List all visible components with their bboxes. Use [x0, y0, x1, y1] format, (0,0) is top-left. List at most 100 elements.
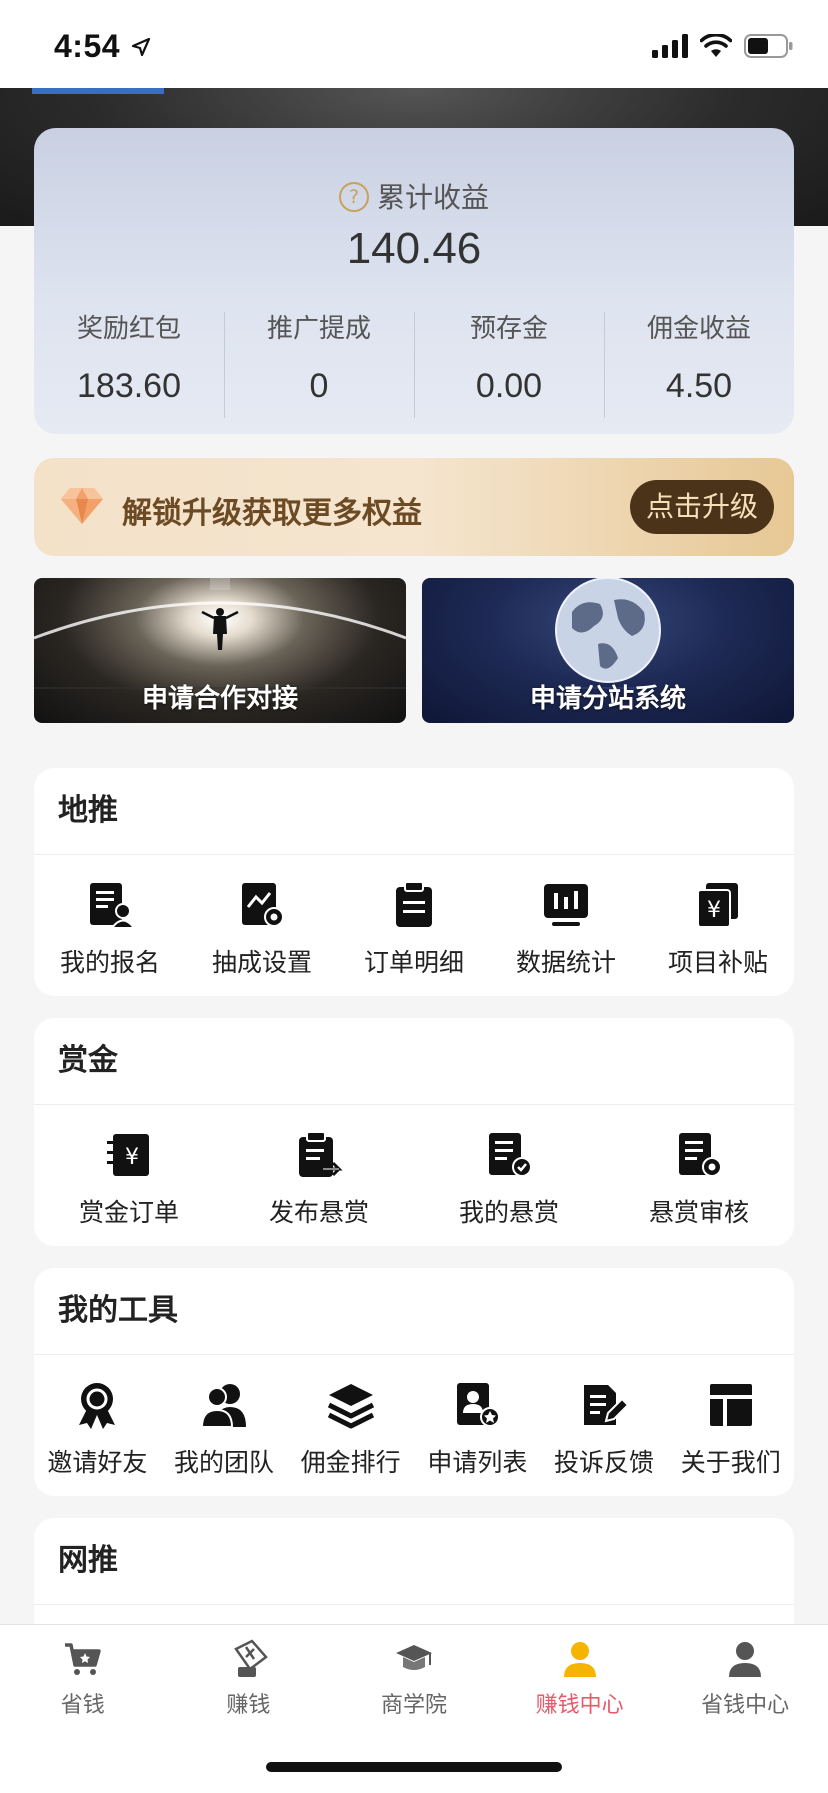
- upgrade-button[interactable]: 点击升级: [630, 480, 774, 534]
- earnings-title[interactable]: ? 累计收益: [34, 176, 794, 216]
- layers-icon: [327, 1384, 374, 1429]
- menu-item-publish-bounty[interactable]: 发布悬赏: [224, 1129, 414, 1229]
- menu-item-my-bounty[interactable]: 我的悬赏: [414, 1129, 604, 1229]
- application-list-icon: [457, 1383, 501, 1427]
- tab-save-money[interactable]: 省钱: [0, 1625, 166, 1725]
- earnings-total: 140.46: [346, 224, 482, 273]
- section-title: 我的工具: [34, 1268, 794, 1355]
- menu-item-label: 我的团队: [174, 1448, 275, 1477]
- menu-item-commission-ranking[interactable]: 佣金排行: [287, 1379, 414, 1479]
- menu-item-label: 项目补贴: [667, 948, 768, 977]
- stat-label: 奖励红包: [76, 314, 181, 344]
- stat-label: 佣金收益: [646, 314, 751, 344]
- menu-item-label: 我的报名: [59, 948, 160, 977]
- menu-item-label: 赏金订单: [78, 1198, 179, 1227]
- section-ditui: 地推 我的报名 抽成设置 订单明细 数据统计 ¥ 项目补贴: [34, 768, 794, 996]
- graduation-cap-icon: [395, 1645, 432, 1670]
- menu-item-label: 抽成设置: [211, 948, 312, 977]
- tab-business-school[interactable]: 商学院: [331, 1625, 497, 1725]
- earnings-stats: 奖励红包 183.60 推广提成 0 预存金 0.00 佣金收益 4.50: [34, 308, 794, 418]
- menu-item-label: 投诉反馈: [554, 1448, 655, 1477]
- tab-earn-money[interactable]: 赚钱: [166, 1625, 332, 1725]
- wifi-icon: [700, 34, 732, 57]
- tab-earn-center[interactable]: 赚钱中心: [497, 1625, 663, 1725]
- menu-item-order-details[interactable]: 订单明细: [338, 879, 490, 979]
- my-bounty-icon: [489, 1133, 532, 1177]
- menu-item-label: 数据统计: [515, 948, 616, 977]
- award-icon: [79, 1383, 116, 1429]
- section-bounty: 赏金 ¥ 赏金订单 发布悬赏 我的悬赏 悬赏审核: [34, 1018, 794, 1246]
- section-tools: 我的工具 邀请好友 我的团队 佣金排行 申请列表 投诉反馈 关于我们: [34, 1268, 794, 1496]
- tab-save-center[interactable]: 省钱中心: [662, 1625, 828, 1725]
- feedback-icon: [584, 1385, 629, 1425]
- menu-item-about-us[interactable]: 关于我们: [667, 1379, 794, 1479]
- menu-item-label: 佣金排行: [300, 1448, 401, 1477]
- upgrade-text: 解锁升级获取更多权益: [122, 496, 422, 531]
- help-icon[interactable]: ?: [338, 182, 369, 212]
- menu-item-my-signup[interactable]: 我的报名: [34, 879, 186, 979]
- menu-item-invite-friends[interactable]: 邀请好友: [34, 1379, 161, 1479]
- status-bar: 4:54: [0, 0, 828, 88]
- promo-cooperation-card[interactable]: 申请合作对接: [34, 578, 406, 723]
- menu-item-label: 邀请好友: [47, 1448, 148, 1477]
- menu-item-my-team[interactable]: 我的团队: [161, 1379, 288, 1479]
- menu-item-label: 申请列表: [427, 1448, 528, 1477]
- location-arrow-icon: [132, 38, 150, 56]
- upgrade-banner[interactable]: 解锁升级获取更多权益 点击升级: [34, 458, 794, 556]
- money-tag-icon: [234, 1639, 269, 1677]
- stat-reward-redpacket[interactable]: 奖励红包 183.60: [34, 308, 224, 408]
- menu-item-label: 悬赏审核: [648, 1198, 749, 1227]
- svg-text:¥: ¥: [125, 1145, 139, 1170]
- banner-tag: [32, 88, 164, 94]
- menu-item-label: 我的悬赏: [458, 1198, 559, 1227]
- cart-icon: [64, 1643, 101, 1675]
- battery-icon: [744, 34, 793, 58]
- stat-commission-income[interactable]: 佣金收益 4.50: [604, 308, 794, 418]
- layout-icon: [709, 1384, 752, 1426]
- home-indicator[interactable]: [266, 1762, 562, 1772]
- tab-label: 赚钱: [226, 1693, 271, 1718]
- bounty-review-icon: [679, 1133, 722, 1177]
- menu-item-application-list[interactable]: 申请列表: [414, 1379, 541, 1479]
- menu-item-bounty-review[interactable]: 悬赏审核: [604, 1129, 794, 1229]
- menu-item-feedback[interactable]: 投诉反馈: [541, 1379, 668, 1479]
- user-icon: [729, 1642, 762, 1677]
- menu-item-bounty-orders[interactable]: ¥ 赏金订单: [34, 1129, 224, 1229]
- menu-item-label: 关于我们: [680, 1448, 781, 1477]
- stat-value: 0.00: [475, 367, 543, 405]
- earnings-card: ? 累计收益 140.46 奖励红包 183.60 推广提成 0 预存金 0.00…: [34, 128, 794, 434]
- bounty-order-icon: ¥: [107, 1134, 149, 1176]
- subsidy-icon: ¥: [697, 883, 738, 928]
- menu-item-label: 订单明细: [363, 948, 464, 977]
- tab-label: 商学院: [380, 1693, 447, 1718]
- stat-label: 推广提成: [266, 314, 371, 344]
- section-title: 地推: [34, 768, 794, 855]
- user-icon: [563, 1642, 596, 1677]
- commission-settings-icon: [242, 883, 284, 927]
- tab-label: 赚钱中心: [535, 1693, 624, 1718]
- svg-text:¥: ¥: [707, 898, 721, 923]
- team-icon: [200, 1384, 246, 1428]
- stat-label: 预存金: [469, 314, 548, 344]
- stats-icon: [544, 884, 588, 926]
- stat-value: 183.60: [77, 367, 181, 405]
- signup-icon: [90, 883, 134, 929]
- menu-item-commission-settings[interactable]: 抽成设置: [186, 879, 338, 979]
- status-time: 4:54: [54, 28, 121, 64]
- stat-value: 0: [309, 367, 329, 405]
- promo-label: 申请分站系统: [529, 684, 686, 714]
- tab-label: 省钱: [60, 1693, 105, 1718]
- signal-icon: [652, 34, 688, 58]
- diamond-icon: [61, 488, 103, 524]
- promo-label: 申请合作对接: [141, 684, 298, 714]
- promo-substation-card[interactable]: 申请分站系统: [422, 578, 794, 723]
- section-title: 网推: [34, 1518, 794, 1605]
- publish-bounty-icon: [299, 1131, 343, 1177]
- menu-item-project-subsidy[interactable]: ¥ 项目补贴: [642, 879, 794, 979]
- tab-label: 省钱中心: [701, 1693, 790, 1718]
- stat-promotion-commission[interactable]: 推广提成 0: [224, 308, 414, 418]
- menu-item-label: 发布悬赏: [268, 1198, 369, 1227]
- stat-deposit[interactable]: 预存金 0.00: [414, 308, 604, 418]
- stat-value: 4.50: [665, 367, 733, 405]
- menu-item-data-stats[interactable]: 数据统计: [490, 879, 642, 979]
